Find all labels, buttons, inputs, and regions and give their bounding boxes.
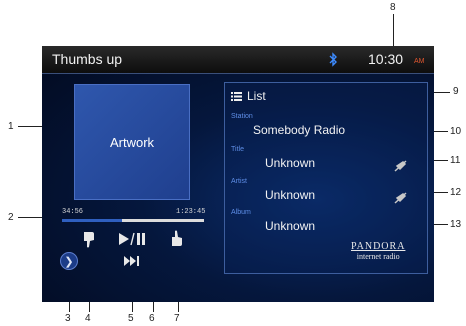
- bluetooth-icon: [329, 52, 337, 67]
- clock-ampm: AM: [414, 58, 425, 65]
- callout-7: 7: [174, 313, 180, 324]
- callout-12: 12: [450, 187, 462, 198]
- callout-3: 3: [65, 313, 71, 324]
- callout-9: 9: [453, 86, 459, 97]
- skip-next-button[interactable]: [124, 256, 140, 266]
- station-value: Somebody Radio: [253, 123, 346, 137]
- artwork-label: Artwork: [109, 134, 155, 150]
- thumbs-up-button[interactable]: [170, 228, 184, 248]
- callout-13: 13: [450, 219, 462, 230]
- list-button[interactable]: List: [231, 89, 266, 103]
- elapsed-time: 34:56: [62, 208, 84, 216]
- artist-label: Artist: [231, 178, 247, 185]
- pandora-subtitle: internet radio: [356, 252, 400, 261]
- skip-next-icon: [124, 256, 139, 266]
- title-value: Unknown: [265, 156, 316, 170]
- callout-4: 4: [85, 313, 91, 324]
- callout-6: 6: [149, 313, 155, 324]
- callout-11: 11: [450, 155, 461, 166]
- thumbs-down-button[interactable]: [82, 230, 96, 250]
- album-artwork: Artwork: [74, 84, 190, 200]
- status-bar: Thumbs up 10:30 AM: [42, 46, 434, 74]
- head-unit-screen: Thumbs up 10:30 AM Artwork 34:56 1:23:45…: [42, 46, 434, 302]
- clock: 10:30: [368, 51, 404, 67]
- progress-fill: [62, 219, 122, 222]
- album-label: Album: [231, 209, 251, 216]
- total-time: 1:23:45: [176, 208, 206, 216]
- play-pause-button[interactable]: [118, 232, 148, 246]
- track-info-panel: List Station Somebody Radio Title Unknow…: [224, 82, 428, 274]
- callout-2: 2: [8, 212, 14, 223]
- chevron-right-icon: ❯: [64, 255, 74, 268]
- album-value: Unknown: [265, 219, 316, 233]
- menu-button[interactable]: ❯: [60, 252, 78, 270]
- list-icon: [231, 91, 242, 101]
- thumbs-up-icon: [172, 230, 182, 246]
- callout-10: 10: [450, 126, 462, 137]
- thumbs-up-icon: [394, 192, 407, 204]
- title-label: Title: [231, 146, 244, 153]
- thumbs-down-icon: [84, 232, 94, 248]
- list-header-label: List: [247, 89, 266, 103]
- pandora-brand: PANDORA: [351, 241, 406, 252]
- artist-value: Unknown: [265, 188, 316, 202]
- callout-8: 8: [390, 2, 396, 13]
- callout-1: 1: [8, 121, 14, 132]
- progress-bar[interactable]: [62, 219, 204, 222]
- screen-title: Thumbs up: [52, 51, 123, 67]
- callout-5: 5: [128, 313, 134, 324]
- station-label: Station: [231, 113, 253, 120]
- pandora-logo: PANDORA internet radio: [351, 241, 405, 261]
- thumbs-up-icon: [394, 160, 407, 172]
- play-pause-icon: [119, 232, 145, 246]
